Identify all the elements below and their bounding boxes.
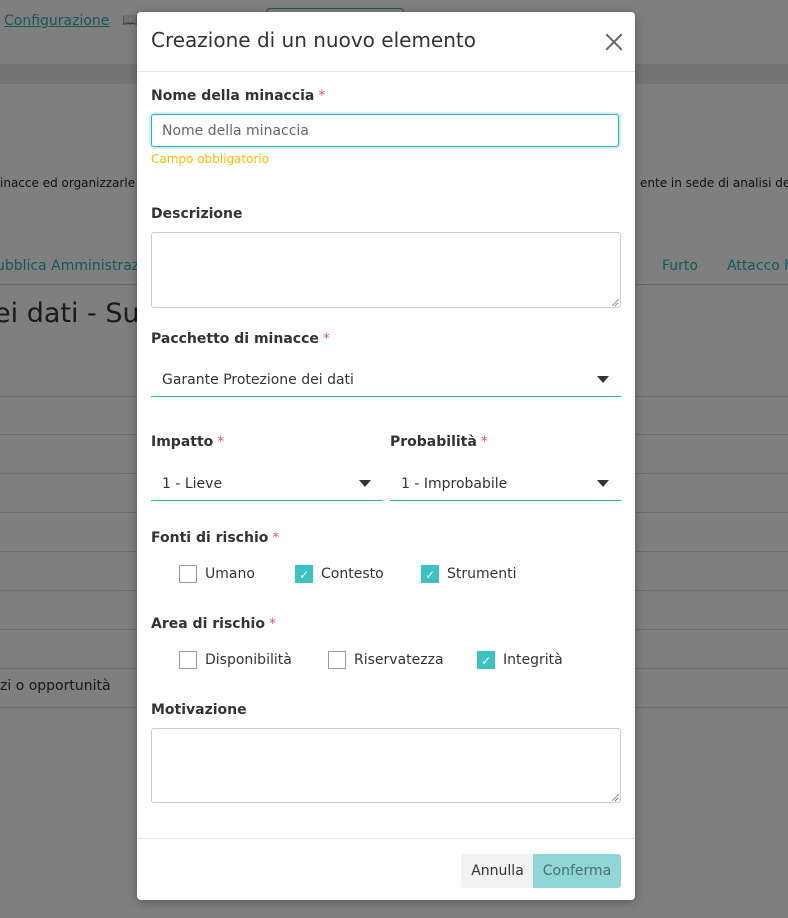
impact-label-text: Impatto bbox=[151, 434, 214, 450]
threat-name-label-text: Nome della minaccia bbox=[151, 88, 315, 104]
package-select-value: Garante Protezione dei dati bbox=[162, 372, 354, 388]
confirm-button[interactable]: Conferma bbox=[533, 854, 621, 888]
required-marker: * bbox=[217, 434, 225, 450]
checkbox-riservatezza[interactable] bbox=[328, 651, 346, 669]
resize-handle-icon[interactable] bbox=[610, 298, 618, 306]
caret-down-icon bbox=[597, 480, 609, 487]
checkbox-label-integrita: Integrità bbox=[503, 652, 563, 668]
impact-select-value: 1 - Lieve bbox=[162, 476, 223, 492]
probability-label: Probabilità * bbox=[390, 434, 488, 450]
required-marker: * bbox=[268, 616, 276, 632]
threat-name-input[interactable] bbox=[151, 114, 619, 147]
required-marker: * bbox=[272, 530, 280, 546]
risk-sources-label-text: Fonti di rischio bbox=[151, 530, 269, 546]
modal-title: Creazione di un nuovo elemento bbox=[151, 28, 476, 52]
impact-select[interactable]: 1 - Lieve bbox=[151, 468, 383, 501]
motivation-label: Motivazione bbox=[151, 702, 247, 718]
cancel-button[interactable]: Annulla bbox=[461, 854, 534, 888]
package-select[interactable]: Garante Protezione dei dati bbox=[151, 364, 621, 397]
risk-area-label: Area di rischio * bbox=[151, 616, 276, 632]
modal-footer: Annulla Conferma bbox=[137, 838, 635, 900]
checkbox-label-umano: Umano bbox=[205, 566, 255, 582]
risk-sources-options: Umano ✓ Contesto ✓ Strumenti bbox=[137, 565, 635, 587]
probability-select[interactable]: 1 - Improbabile bbox=[390, 468, 621, 501]
checkbox-disponibilita[interactable] bbox=[179, 651, 197, 669]
risk-area-options: Disponibilità Riservatezza ✓ Integrità bbox=[137, 651, 635, 673]
required-marker: * bbox=[480, 434, 488, 450]
required-marker: * bbox=[322, 331, 330, 347]
close-icon[interactable] bbox=[603, 31, 625, 53]
checkmark-icon: ✓ bbox=[298, 568, 310, 582]
caret-down-icon bbox=[359, 480, 371, 487]
impact-label: Impatto * bbox=[151, 434, 224, 450]
probability-select-value: 1 - Improbabile bbox=[401, 476, 508, 492]
package-label: Pacchetto di minacce * bbox=[151, 331, 330, 347]
create-element-modal: Creazione di un nuovo elemento Nome dell… bbox=[137, 12, 635, 900]
required-marker: * bbox=[318, 88, 326, 104]
package-label-text: Pacchetto di minacce bbox=[151, 331, 319, 347]
risk-area-label-text: Area di rischio bbox=[151, 616, 265, 632]
checkbox-label-contesto: Contesto bbox=[321, 566, 384, 582]
resize-handle-icon[interactable] bbox=[610, 793, 618, 801]
description-textarea[interactable] bbox=[151, 232, 621, 308]
checkbox-contesto[interactable]: ✓ bbox=[295, 565, 313, 583]
checkbox-label-strumenti: Strumenti bbox=[447, 566, 517, 582]
checkbox-integrita[interactable]: ✓ bbox=[477, 651, 495, 669]
checkmark-icon: ✓ bbox=[424, 568, 436, 582]
threat-name-label: Nome della minaccia * bbox=[151, 88, 325, 104]
checkbox-label-riservatezza: Riservatezza bbox=[354, 652, 444, 668]
caret-down-icon bbox=[597, 376, 609, 383]
checkbox-umano[interactable] bbox=[179, 565, 197, 583]
required-field-hint: Campo obbligatorio bbox=[151, 152, 270, 166]
risk-sources-label: Fonti di rischio * bbox=[151, 530, 279, 546]
description-label: Descrizione bbox=[151, 206, 243, 222]
probability-label-text: Probabilità bbox=[390, 434, 477, 450]
modal-header: Creazione di un nuovo elemento bbox=[137, 12, 635, 72]
checkbox-strumenti[interactable]: ✓ bbox=[421, 565, 439, 583]
motivation-textarea[interactable] bbox=[151, 728, 621, 803]
checkbox-label-disponibilita: Disponibilità bbox=[205, 652, 292, 668]
checkmark-icon: ✓ bbox=[480, 654, 492, 668]
